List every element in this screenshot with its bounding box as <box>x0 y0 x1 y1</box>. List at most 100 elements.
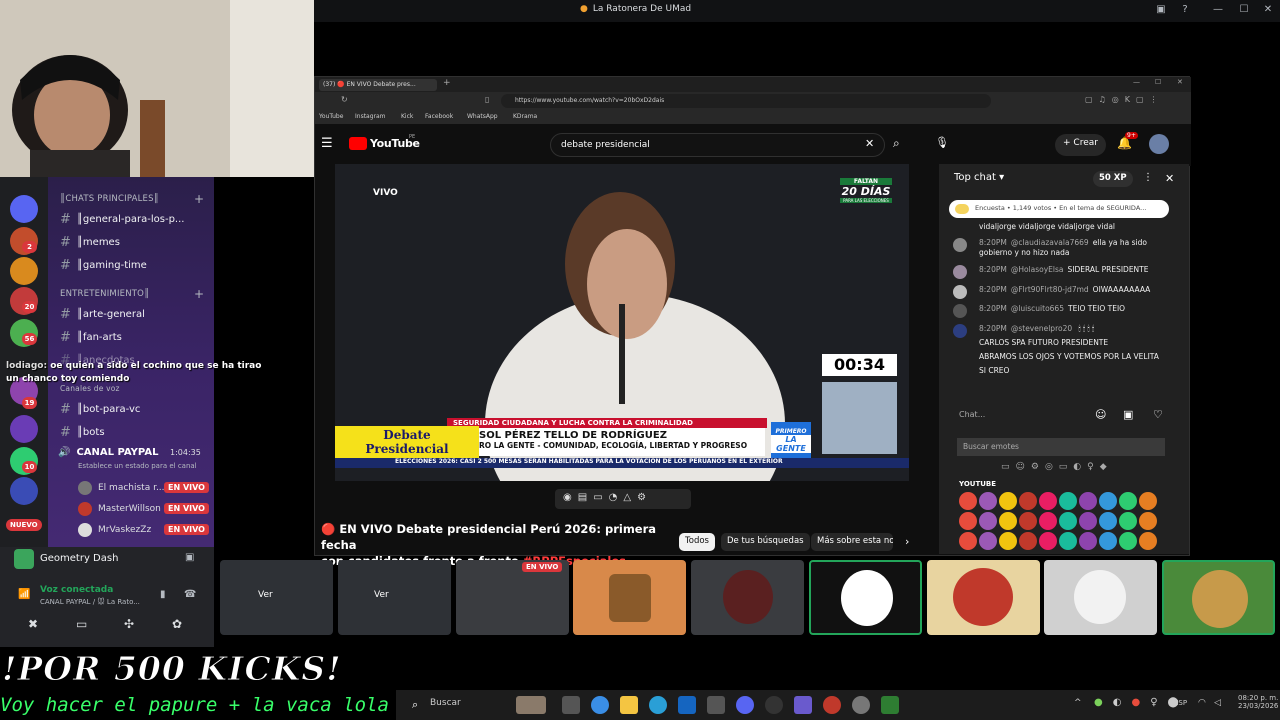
user-tile[interactable] <box>691 560 804 635</box>
emote-icon[interactable] <box>979 492 997 510</box>
minimize-button[interactable]: — <box>1212 4 1224 16</box>
reload-icon[interactable]: ↻ <box>341 95 348 104</box>
bookmark-whatsapp[interactable]: WhatsApp <box>467 113 498 120</box>
disconnect-icon[interactable]: ☎ <box>184 589 196 600</box>
chip-todos[interactable]: Todos <box>679 533 715 551</box>
user-tile[interactable] <box>1044 560 1157 635</box>
bookmark-youtube[interactable]: YouTube <box>319 113 343 120</box>
account-avatar[interactable] <box>1149 134 1169 154</box>
search-icon[interactable]: ⌕ <box>893 136 900 151</box>
emote-icon[interactable] <box>999 492 1017 510</box>
bookmark-kdrama[interactable]: KDrama <box>513 113 537 120</box>
game-icon[interactable] <box>881 696 899 714</box>
bookmark-instagram[interactable]: Instagram <box>355 113 386 120</box>
settings-icon[interactable] <box>852 696 870 714</box>
noise-suppression-icon[interactable]: ▮ <box>160 589 166 600</box>
emote-icon[interactable] <box>1059 492 1077 510</box>
soundboard-icon[interactable]: ✿ <box>172 617 182 631</box>
browser-tab[interactable]: (37) 🔴 EN VIVO Debate pres... <box>319 79 437 91</box>
discord-icon[interactable] <box>736 696 754 714</box>
watch-stream-button[interactable]: Ver <box>258 590 273 600</box>
menu-icon[interactable]: ☰ <box>321 136 333 151</box>
user-tile[interactable] <box>573 560 686 635</box>
emote-icon[interactable] <box>959 512 977 530</box>
taskbar-search-input[interactable]: Buscar <box>430 698 461 708</box>
task-view-icon[interactable] <box>562 696 580 714</box>
new-tab-icon[interactable]: + <box>443 78 451 88</box>
audio-icon[interactable]: ◉ <box>563 492 572 506</box>
settings-icon[interactable]: ⚙ <box>637 492 646 506</box>
channel-status[interactable]: Establece un estado para el canal <box>78 462 197 470</box>
emote-icon[interactable] <box>979 512 997 530</box>
language-indicator[interactable]: ESP <box>1174 699 1187 707</box>
voice-member[interactable]: MasterWillson <box>78 502 161 516</box>
channel-memes[interactable]: # ║memes <box>60 235 120 250</box>
maximize-button[interactable]: ☐ <box>1238 4 1250 16</box>
tray-icon[interactable]: ● <box>1094 697 1103 708</box>
stream-tile[interactable]: Ver <box>220 560 333 635</box>
channel-bots[interactable]: # ║bots <box>60 425 105 440</box>
video-player[interactable]: VIVO FALTAN 20 DÍAS PARA LAS ELECCIONES … <box>335 164 909 481</box>
server-icon[interactable] <box>10 477 38 505</box>
close-button[interactable]: ✕ <box>1177 78 1183 86</box>
clip-icon[interactable]: ▤ <box>578 492 587 506</box>
emote-icon[interactable] <box>999 532 1017 550</box>
stream-tile[interactable]: Ver <box>338 560 451 635</box>
emote-icon[interactable] <box>1019 492 1037 510</box>
emote-icon[interactable] <box>1019 532 1037 550</box>
emote-icon[interactable] <box>1019 512 1037 530</box>
watch-stream-button[interactable]: Ver <box>374 590 389 600</box>
volume-icon[interactable]: ◁ <box>1214 698 1221 708</box>
microphone-icon[interactable]: 🎙 <box>935 136 949 149</box>
emote-icon[interactable] <box>1139 492 1157 510</box>
lab-icon[interactable]: △ <box>623 492 631 506</box>
xp-badge[interactable]: 50 XP <box>1093 171 1133 187</box>
emote-icon[interactable] <box>1139 512 1157 530</box>
category-main[interactable]: ║CHATS PRINCIPALES║ <box>60 194 159 204</box>
file-explorer-icon[interactable] <box>620 696 638 714</box>
copilot-icon[interactable] <box>591 696 609 714</box>
user-tile-speaking[interactable] <box>809 560 922 635</box>
user-tile[interactable] <box>927 560 1040 635</box>
emote-icon[interactable] <box>1119 512 1137 530</box>
emote-icon[interactable] <box>1079 532 1097 550</box>
category-entertainment[interactable]: ENTRETENIMIENTO║ <box>60 289 149 299</box>
voice-channel-path[interactable]: CANAL PAYPAL / 🐭 La Rato... <box>40 598 140 606</box>
url-input[interactable]: https://www.youtube.com/watch?v=20bOxD2d… <box>501 94 991 108</box>
emoji-icon[interactable]: ☺ <box>1095 408 1106 421</box>
tray-icon[interactable]: ◐ <box>1113 697 1122 708</box>
clock[interactable]: 08:20 p. m. 23/03/2026 <box>1238 694 1278 710</box>
server-icon[interactable] <box>10 415 38 443</box>
emote-icon[interactable] <box>1099 532 1117 550</box>
close-button[interactable]: ✕ <box>1262 4 1274 16</box>
emote-icon[interactable] <box>959 532 977 550</box>
wifi-icon[interactable]: ◠ <box>1198 698 1206 708</box>
more-icon[interactable]: ⋮ <box>1143 172 1153 183</box>
emote-icon[interactable] <box>1039 532 1057 550</box>
youtube-logo-icon[interactable] <box>349 137 367 150</box>
voice-status[interactable]: Voz conectada <box>40 585 113 595</box>
bookmark-facebook[interactable]: Facebook <box>425 113 453 120</box>
emote-icon[interactable] <box>1079 512 1097 530</box>
inbox-icon[interactable]: ▣ <box>1155 4 1167 16</box>
chip-more[interactable]: Más sobre esta no <box>811 533 893 551</box>
screenshot-icon[interactable]: ▭ <box>593 492 602 506</box>
close-chat-icon[interactable]: ✕ <box>1165 172 1174 185</box>
chat-mode-dropdown[interactable]: Top chat ▾ <box>954 172 1004 183</box>
poll-banner[interactable]: Encuesta • 1,149 votos • En el tema de S… <box>949 200 1169 218</box>
bookmark-kick[interactable]: Kick <box>401 113 413 120</box>
search-icon[interactable]: ⌕ <box>412 698 418 712</box>
activities-icon[interactable]: ✣ <box>124 617 134 631</box>
channel-gaming-time[interactable]: # ║gaming-time <box>60 258 147 273</box>
search-input[interactable]: debate presidencial <box>550 133 885 157</box>
camera-off-icon[interactable]: ✖ <box>28 617 38 631</box>
opera-icon[interactable] <box>823 696 841 714</box>
app-icon[interactable] <box>707 696 725 714</box>
tray-icon[interactable]: ● <box>1131 697 1140 708</box>
channel-arte-general[interactable]: # ║arte-general <box>60 307 145 322</box>
chevron-right-icon[interactable]: › <box>905 535 909 548</box>
emote-search-input[interactable]: Buscar emotes <box>957 438 1165 456</box>
screen-share-button[interactable]: ▭ <box>76 617 87 631</box>
channel-bot-para-vc[interactable]: # ║bot-para-vc <box>60 402 140 417</box>
chevron-up-icon[interactable]: ^ <box>1074 698 1082 708</box>
